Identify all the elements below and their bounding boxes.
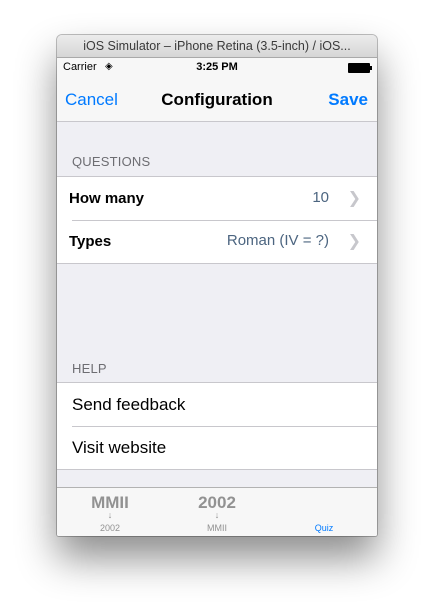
- roman-numeral-icon: MMII: [91, 493, 129, 512]
- tab-arabic-to-roman[interactable]: 2002 ↓ MMII: [164, 488, 270, 536]
- types-row[interactable]: Types Roman (IV = ?) ❯: [57, 220, 377, 263]
- arabic-numeral-icon: 2002: [198, 493, 236, 512]
- help-section-header: HELP: [72, 361, 107, 376]
- arrow-down-icon: ↓: [107, 510, 113, 520]
- chevron-right-icon: ❯: [347, 233, 361, 250]
- navigation-bar: Cancel Configuration Save: [57, 78, 377, 122]
- tab-roman-to-arabic[interactable]: MMII ↓ 2002: [57, 488, 163, 536]
- phone-screen: Carrier ◈ 3:25 PM Cancel Configuration S…: [57, 58, 377, 536]
- how-many-row[interactable]: How many 10 ❯: [57, 177, 377, 220]
- battery-icon: [348, 63, 372, 73]
- save-button[interactable]: Save: [328, 90, 368, 110]
- chevron-right-icon: ❯: [347, 190, 361, 207]
- types-value: Roman (IV = ?): [226, 232, 329, 249]
- tab-label: MMII: [207, 523, 227, 533]
- how-many-label: How many: [69, 190, 145, 207]
- window-title: iOS Simulator – iPhone Retina (3.5-inch)…: [57, 35, 377, 58]
- visit-website-row[interactable]: Visit website: [57, 426, 377, 469]
- questions-section-header: QUESTIONS: [72, 154, 151, 169]
- help-group: Send feedback Visit website: [57, 382, 377, 470]
- tab-quiz[interactable]: Quiz: [271, 488, 377, 536]
- quiz-icon: [271, 494, 377, 520]
- tab-label: Quiz: [314, 523, 334, 533]
- simulator-window: iOS Simulator – iPhone Retina (3.5-inch)…: [57, 35, 377, 536]
- send-feedback-label: Send feedback: [72, 395, 186, 414]
- status-time: 3:25 PM: [196, 61, 238, 73]
- arrow-down-icon: ↓: [214, 510, 220, 520]
- send-feedback-row[interactable]: Send feedback: [57, 383, 377, 426]
- types-label: Types: [69, 233, 112, 250]
- status-bar: Carrier ◈ 3:25 PM: [57, 58, 377, 78]
- questions-group: How many 10 ❯ Types Roman (IV = ?) ❯: [57, 176, 377, 264]
- visit-website-label: Visit website: [72, 438, 167, 457]
- tab-label: 2002: [99, 523, 121, 533]
- how-many-value: 10: [312, 189, 329, 206]
- tab-bar: MMII ↓ 2002 2002 ↓ MMII Quiz: [57, 487, 377, 536]
